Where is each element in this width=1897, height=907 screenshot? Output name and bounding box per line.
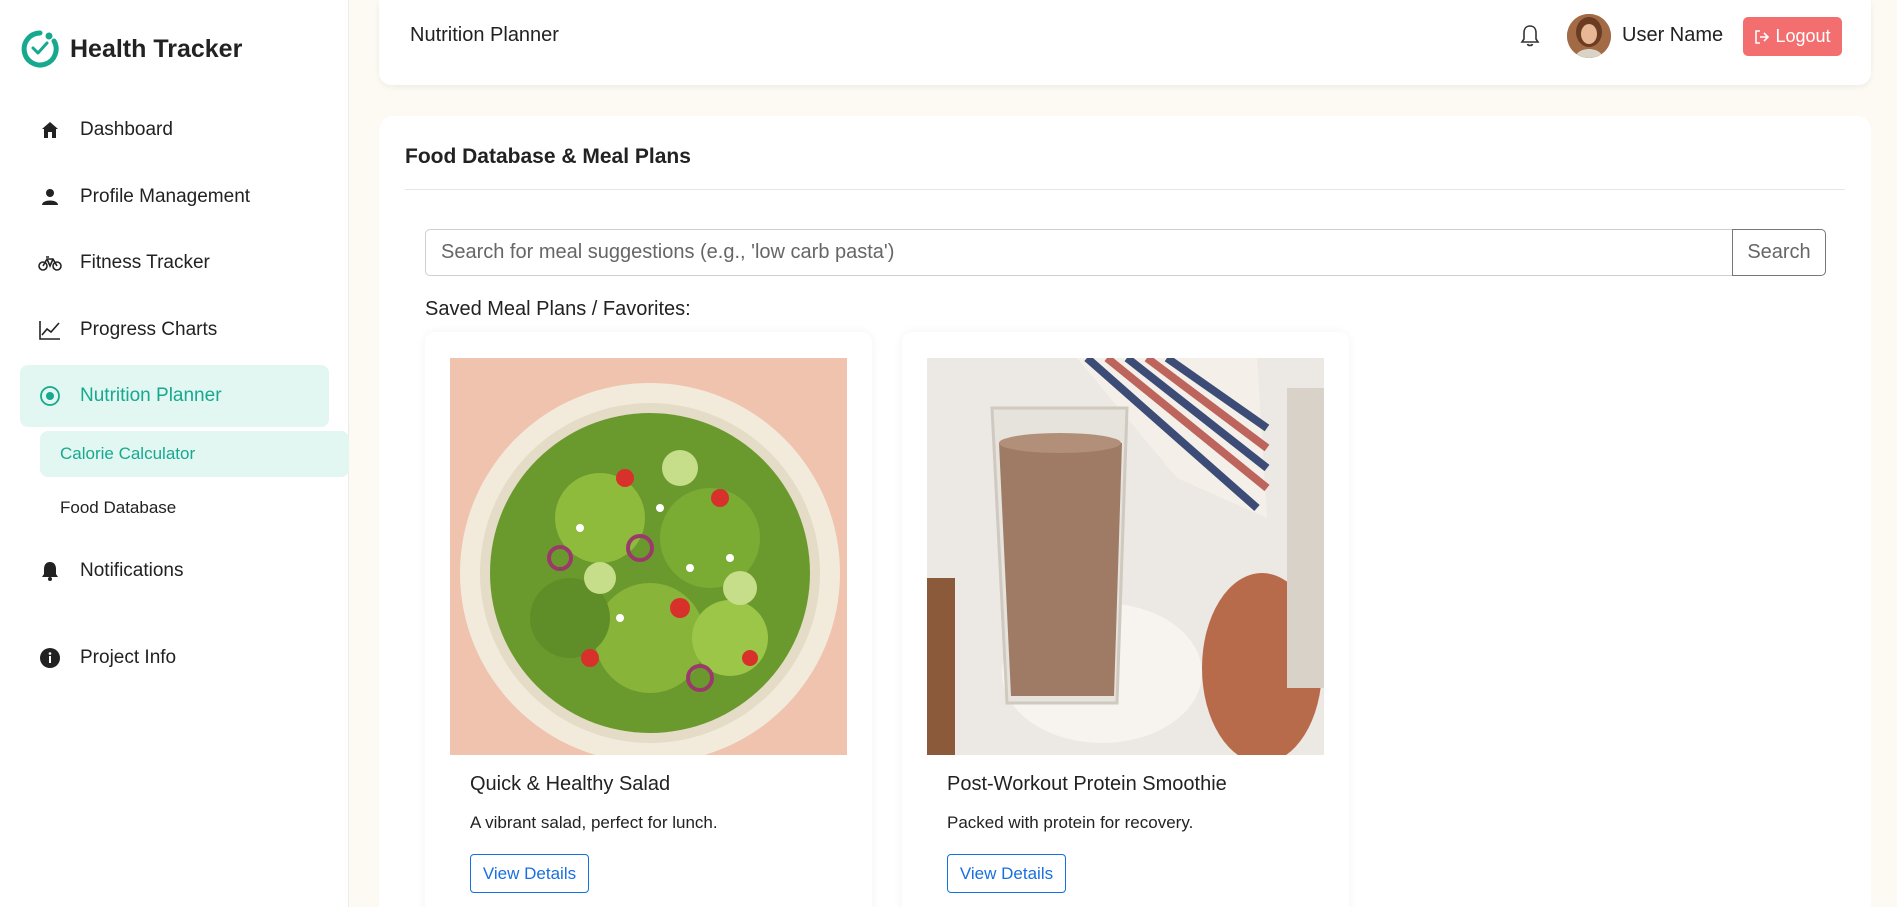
user-name[interactable]: User Name <box>1622 24 1723 47</box>
sidebar-subitem-food-database[interactable]: Food Database <box>40 485 349 531</box>
sidebar-item-label: Nutrition Planner <box>80 385 222 406</box>
sidebar-item-nutrition-planner[interactable]: Nutrition Planner <box>20 365 329 427</box>
notification-bell-icon[interactable] <box>1516 22 1544 50</box>
view-details-button[interactable]: View Details <box>470 854 589 893</box>
search-button[interactable]: Search <box>1732 229 1826 276</box>
sidebar-item-notifications[interactable]: Notifications <box>20 540 329 602</box>
brand-name: Health Tracker <box>70 34 243 63</box>
meal-description: A vibrant salad, perfect for lunch. <box>470 813 718 832</box>
salad-image <box>450 358 847 755</box>
sidebar-item-label: Fitness Tracker <box>80 252 210 273</box>
sidebar-item-label: Project Info <box>80 647 177 668</box>
sidebar-item-label: Profile Management <box>80 186 251 207</box>
nutrition-icon <box>38 384 62 408</box>
sidebar-item-fitness-tracker[interactable]: Fitness Tracker <box>20 232 329 294</box>
sidebar-subitem-calorie-calculator[interactable]: Calorie Calculator <box>40 431 349 477</box>
smoothie-image <box>927 358 1324 755</box>
avatar[interactable] <box>1567 14 1611 58</box>
food-database-card: Food Database & Meal Plans Search Saved … <box>379 116 1871 907</box>
card-title: Food Database & Meal Plans <box>405 145 691 168</box>
meal-name: Quick & Healthy Salad <box>470 773 671 795</box>
health-tracker-logo-icon <box>21 30 59 68</box>
meal-card: Quick & Healthy Salad A vibrant salad, p… <box>425 332 872 907</box>
avatar-portrait-icon <box>1567 14 1611 58</box>
divider <box>405 189 1845 190</box>
meal-description: Packed with protein for recovery. <box>947 813 1194 832</box>
sidebar-item-dashboard[interactable]: Dashboard <box>20 99 329 161</box>
meal-name: Post-Workout Protein Smoothie <box>947 773 1227 795</box>
sidebar-item-label: Progress Charts <box>80 319 218 340</box>
user-icon <box>38 185 62 209</box>
sidebar: Health Tracker Dashboard Profile Managem… <box>0 0 349 907</box>
logout-button[interactable]: Logout <box>1743 17 1842 56</box>
sidebar-item-project-info[interactable]: Project Info <box>20 627 329 689</box>
sidebar-item-profile-management[interactable]: Profile Management <box>20 166 329 228</box>
topbar: Nutrition Planner User Name Logout <box>379 0 1871 85</box>
meal-search-input[interactable] <box>425 229 1733 276</box>
view-details-button[interactable]: View Details <box>947 854 1066 893</box>
bell-icon <box>38 559 62 583</box>
meal-card: Post-Workout Protein Smoothie Packed wit… <box>902 332 1349 907</box>
home-icon <box>38 118 62 142</box>
sidebar-item-label: Dashboard <box>80 119 173 140</box>
logout-icon <box>1755 29 1770 44</box>
bicycle-icon <box>38 251 62 275</box>
page-title: Nutrition Planner <box>410 24 559 46</box>
sidebar-item-progress-charts[interactable]: Progress Charts <box>20 299 329 361</box>
salad-bowl-icon <box>450 358 847 755</box>
sidebar-item-label: Notifications <box>80 560 184 581</box>
logout-label: Logout <box>1775 26 1831 46</box>
brand[interactable]: Health Tracker <box>20 28 242 70</box>
chart-line-icon <box>38 318 62 342</box>
saved-meals-label: Saved Meal Plans / Favorites: <box>425 298 691 320</box>
smoothie-glass-icon <box>927 358 1324 755</box>
info-icon <box>38 646 62 670</box>
